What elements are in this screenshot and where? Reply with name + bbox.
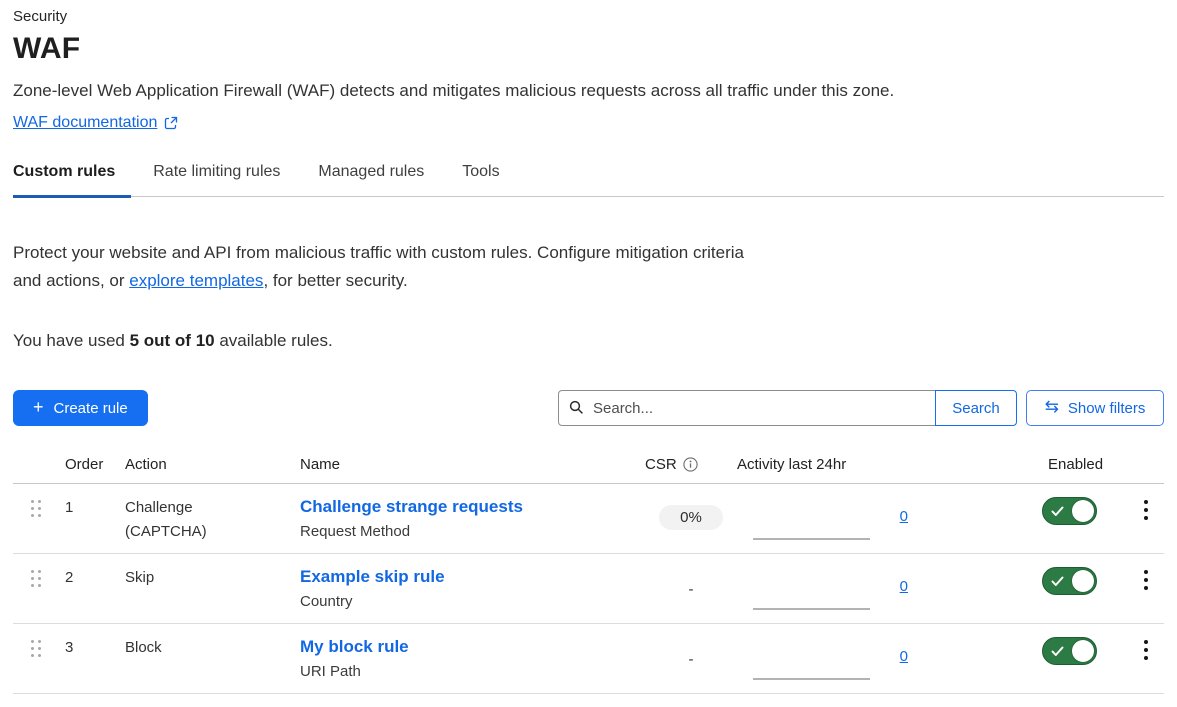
enabled-cell [1042, 624, 1128, 693]
row-menu-kebab-icon[interactable] [1128, 484, 1164, 553]
tab-rate-limiting-rules[interactable]: Rate limiting rules [153, 163, 296, 196]
toggle-knob [1072, 640, 1094, 662]
show-filters-label: Show filters [1068, 400, 1146, 417]
csr-cell: - [645, 624, 737, 693]
page-description: Zone-level Web Application Firewall (WAF… [13, 81, 1164, 101]
col-header-action: Action [125, 456, 300, 473]
rule-name-cell: My block rule URI Path [300, 624, 645, 693]
table-header-row: Order Action Name CSR Activity last 24hr… [13, 454, 1164, 484]
row-menu-kebab-icon[interactable] [1128, 554, 1164, 623]
enabled-cell [1042, 484, 1128, 553]
header-spacer2 [932, 456, 1042, 473]
usage-suffix: available rules. [215, 331, 333, 350]
rule-name-link[interactable]: Challenge strange requests [300, 497, 523, 517]
create-rule-label: Create rule [54, 400, 128, 417]
row-spacer [932, 554, 1042, 623]
breadcrumb-security: Security [13, 8, 1164, 25]
custom-rules-intro: Protect your website and API from malici… [13, 239, 758, 295]
action-line1: Block [125, 639, 300, 656]
drag-handle-icon[interactable] [13, 484, 65, 553]
rule-order: 3 [65, 624, 125, 693]
activity-cell: 0 [737, 624, 932, 693]
row-spacer [932, 484, 1042, 553]
col-header-enabled: Enabled [1042, 456, 1128, 473]
table-row: 2 Skip Example skip rule Country - 0 [13, 554, 1164, 624]
tab-tools[interactable]: Tools [462, 163, 515, 196]
search-wrap [558, 390, 936, 426]
rule-order: 2 [65, 554, 125, 623]
activity-cell: 0 [737, 484, 932, 553]
csr-dash: - [689, 581, 694, 623]
csr-cell: 0% [645, 484, 737, 553]
toggle-knob [1072, 570, 1094, 592]
intro-text-after: , for better security. [263, 271, 407, 290]
header-spacer [13, 456, 65, 473]
rule-name-link[interactable]: Example skip rule [300, 567, 445, 587]
info-icon[interactable] [683, 457, 698, 472]
rule-order: 1 [65, 484, 125, 553]
waf-tab-bar: Custom rules Rate limiting rules Managed… [13, 163, 1164, 197]
search-button[interactable]: Search [935, 390, 1017, 426]
waf-documentation-link[interactable]: WAF documentation [13, 114, 157, 132]
waf-page: Security WAF Zone-level Web Application … [13, 0, 1164, 694]
plus-icon: + [33, 397, 44, 418]
activity-count-link[interactable]: 0 [900, 578, 908, 595]
activity-sparkline [753, 608, 870, 610]
rules-usage-line: You have used 5 out of 10 available rule… [13, 331, 1164, 351]
row-spacer [932, 624, 1042, 693]
header-spacer3 [1128, 456, 1164, 473]
search-icon [569, 400, 584, 420]
rule-action: Block [125, 624, 300, 693]
action-line2: (CAPTCHA) [125, 523, 300, 540]
usage-count: 5 out of 10 [130, 331, 215, 350]
rule-action: Challenge (CAPTCHA) [125, 484, 300, 553]
search-input[interactable] [558, 390, 936, 426]
enabled-toggle[interactable] [1042, 497, 1097, 525]
csr-badge: 0% [659, 505, 723, 530]
rule-action: Skip [125, 554, 300, 623]
csr-label: CSR [645, 456, 677, 473]
tab-custom-rules[interactable]: Custom rules [13, 163, 131, 196]
custom-rules-table: Order Action Name CSR Activity last 24hr… [13, 454, 1164, 694]
table-row: 1 Challenge (CAPTCHA) Challenge strange … [13, 484, 1164, 554]
rule-field: Request Method [300, 523, 645, 540]
drag-handle-icon[interactable] [13, 624, 65, 693]
enabled-toggle[interactable] [1042, 567, 1097, 595]
rule-name-cell: Example skip rule Country [300, 554, 645, 623]
activity-count-link[interactable]: 0 [900, 648, 908, 665]
toggle-knob [1072, 500, 1094, 522]
action-line1: Challenge [125, 499, 300, 516]
rules-toolbar: + Create rule Search ⇆ Show filters [13, 390, 1164, 426]
external-link-icon [164, 116, 178, 130]
row-menu-kebab-icon[interactable] [1128, 624, 1164, 693]
tab-managed-rules[interactable]: Managed rules [318, 163, 440, 196]
activity-cell: 0 [737, 554, 932, 623]
create-rule-button[interactable]: + Create rule [13, 390, 148, 426]
col-header-activity: Activity last 24hr [737, 456, 932, 473]
rule-name-cell: Challenge strange requests Request Metho… [300, 484, 645, 553]
table-row: 3 Block My block rule URI Path - 0 [13, 624, 1164, 694]
action-line1: Skip [125, 569, 300, 586]
activity-sparkline [753, 678, 870, 680]
swap-arrows-icon: ⇆ [1045, 399, 1059, 416]
search-group: Search [558, 390, 1017, 426]
col-header-name: Name [300, 456, 645, 473]
doc-link-row: WAF documentation [13, 114, 1164, 132]
activity-count-link[interactable]: 0 [900, 508, 908, 525]
csr-cell: - [645, 554, 737, 623]
drag-handle-icon[interactable] [13, 554, 65, 623]
enabled-toggle[interactable] [1042, 637, 1097, 665]
explore-templates-link[interactable]: explore templates [129, 271, 263, 290]
rule-name-link[interactable]: My block rule [300, 637, 409, 657]
rule-field: URI Path [300, 663, 645, 680]
col-header-csr: CSR [645, 456, 737, 473]
activity-sparkline [753, 538, 870, 540]
rule-field: Country [300, 593, 645, 610]
enabled-cell [1042, 554, 1128, 623]
show-filters-button[interactable]: ⇆ Show filters [1026, 390, 1164, 426]
page-title: WAF [13, 32, 1164, 66]
csr-dash: - [689, 651, 694, 693]
col-header-order: Order [65, 456, 125, 473]
usage-prefix: You have used [13, 331, 130, 350]
